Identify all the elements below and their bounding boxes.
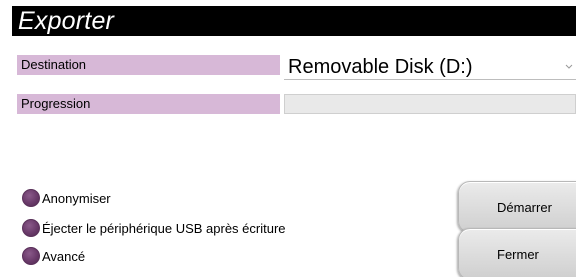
destination-value: Removable Disk (D:) bbox=[288, 56, 473, 78]
radio-icon[interactable] bbox=[22, 189, 40, 207]
destination-dropdown[interactable]: Removable Disk (D:) bbox=[284, 54, 576, 80]
option-eject-usb-label: Éjecter le périphérique USB après écritu… bbox=[42, 220, 286, 236]
option-anonymize[interactable]: Anonymiser bbox=[22, 188, 111, 208]
start-button-label: Démarrer bbox=[497, 199, 552, 215]
export-dialog: Exporter Destination Removable Disk (D:)… bbox=[0, 0, 576, 277]
progress-bar bbox=[284, 94, 576, 114]
title-bar: Exporter bbox=[12, 6, 576, 36]
radio-icon[interactable] bbox=[22, 219, 40, 237]
destination-label: Destination bbox=[17, 55, 280, 75]
progress-label: Progression bbox=[17, 94, 280, 114]
chevron-down-icon bbox=[564, 59, 574, 73]
option-advanced[interactable]: Avancé bbox=[22, 246, 85, 266]
dialog-title: Exporter bbox=[18, 7, 115, 35]
option-eject-usb[interactable]: Éjecter le périphérique USB après écritu… bbox=[22, 218, 286, 238]
option-advanced-label: Avancé bbox=[42, 248, 86, 264]
start-button[interactable]: Démarrer bbox=[458, 181, 576, 233]
close-button-label: Fermer bbox=[497, 246, 539, 262]
option-anonymize-label: Anonymiser bbox=[42, 190, 111, 206]
close-button[interactable]: Fermer bbox=[458, 228, 576, 277]
radio-icon[interactable] bbox=[22, 247, 40, 265]
